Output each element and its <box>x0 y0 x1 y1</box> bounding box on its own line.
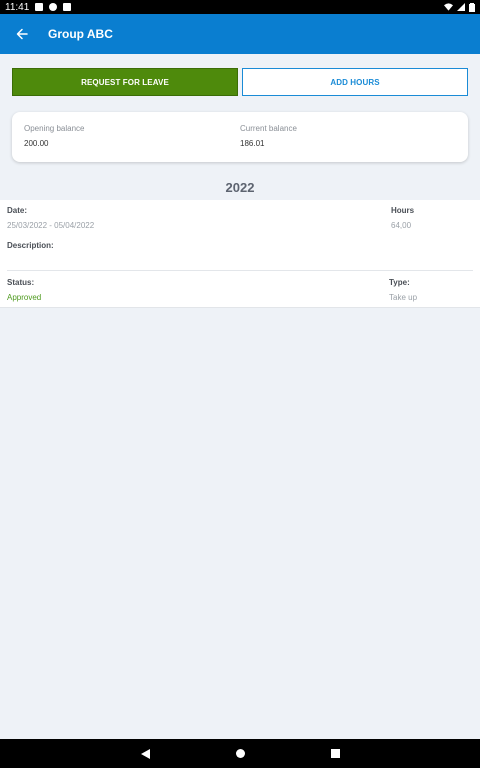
hours-label: Hours <box>391 206 415 215</box>
current-balance-value: 186.01 <box>240 139 265 148</box>
opening-balance-label: Opening balance <box>24 124 85 133</box>
nav-home-icon[interactable] <box>235 749 245 758</box>
year-header: 2022 <box>225 180 255 195</box>
system-nav-bar <box>0 739 480 768</box>
back-arrow-icon[interactable] <box>2 14 42 54</box>
nav-back-icon[interactable] <box>140 748 150 759</box>
current-balance-label: Current balance <box>240 124 297 133</box>
leave-entry[interactable]: Date: 25/03/2022 - 05/04/2022 Hours 64,0… <box>0 200 480 308</box>
date-value: 25/03/2022 - 05/04/2022 <box>7 221 95 230</box>
status-badge: Approved <box>7 293 42 302</box>
type-value: Take up <box>389 293 418 302</box>
balance-card: Opening balance 200.00 Current balance 1… <box>12 112 468 162</box>
sim-icon <box>63 3 72 11</box>
action-buttons: REQUEST FOR LEAVE ADD HOURS <box>12 68 468 96</box>
app-bar: Group ABC <box>0 14 480 54</box>
status-label: Status: <box>7 278 35 287</box>
opening-balance-value: 200.00 <box>24 139 49 148</box>
signal-icon <box>457 3 465 11</box>
status-time: 11:41 <box>5 1 30 13</box>
request-leave-button[interactable]: REQUEST FOR LEAVE <box>12 68 238 96</box>
hours-value: 64,00 <box>391 221 412 230</box>
description-label: Description: <box>7 241 54 250</box>
nav-recents-icon[interactable] <box>330 749 340 758</box>
notification-icon <box>35 3 44 11</box>
status-bar: 11:41 <box>0 0 480 14</box>
opening-balance: Opening balance 200.00 <box>24 124 240 162</box>
type-label: Type: <box>389 278 410 287</box>
add-hours-button[interactable]: ADD HOURS <box>242 68 468 96</box>
date-label: Date: <box>7 206 28 215</box>
app-notification-icon <box>49 3 58 11</box>
entry-divider <box>7 270 473 271</box>
current-balance: Current balance 186.01 <box>240 124 456 162</box>
page-title: Group ABC <box>48 27 113 41</box>
battery-icon <box>469 2 475 12</box>
wifi-icon <box>444 3 453 11</box>
